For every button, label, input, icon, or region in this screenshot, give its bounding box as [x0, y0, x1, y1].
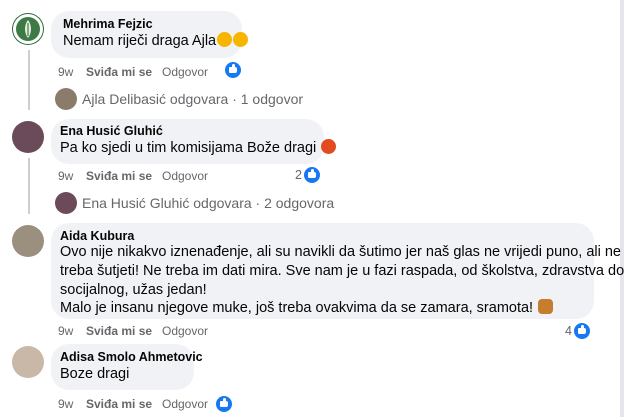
comment-line: socijalnog, užas jedan!: [60, 282, 207, 298]
comment-author[interactable]: Adisa Smolo Ahmetovic: [60, 350, 203, 364]
scrollbar[interactable]: [620, 0, 624, 417]
comment-text: Nemam riječi draga Ajla: [63, 32, 249, 52]
thumbs-up-icon[interactable]: [225, 62, 241, 78]
avatar[interactable]: [12, 121, 44, 153]
thumbs-up-icon[interactable]: [216, 396, 232, 412]
avatar[interactable]: [12, 13, 44, 45]
thumbs-up-icon[interactable]: [304, 167, 320, 183]
comment-text: Boze dragi: [60, 366, 130, 382]
comment-time[interactable]: 9w: [58, 397, 73, 411]
grinning-face-icon: [217, 32, 233, 47]
thread-line: [28, 50, 30, 110]
view-replies-link[interactable]: Ajla Delibasić odgovara · 1 odgovor: [82, 91, 303, 107]
like-button[interactable]: Sviđa mi se: [86, 397, 152, 411]
reply-button[interactable]: Odgovor: [162, 65, 208, 79]
reply-button[interactable]: Odgovor: [162, 169, 208, 183]
angry-face-icon: [321, 139, 337, 154]
logo-icon: [13, 14, 43, 44]
facepalm-icon: [538, 299, 554, 314]
comment-time[interactable]: 9w: [58, 65, 73, 79]
comment-author[interactable]: Mehrima Fejzic: [63, 17, 153, 31]
comment-line: treba šutjeti! Ne treba im dati mira. Sv…: [60, 263, 624, 279]
thumbs-up-icon[interactable]: [574, 323, 590, 339]
comment-time[interactable]: 9w: [58, 169, 73, 183]
reaction-count[interactable]: 2: [290, 168, 302, 182]
comment-line: Ovo nije nikakvo iznenađenje, ali su nav…: [60, 244, 621, 260]
comment-text-content: Nemam riječi draga Ajla: [63, 33, 217, 49]
comment-author[interactable]: Ena Husić Gluhić: [60, 124, 163, 138]
thread-line: [28, 158, 30, 214]
comment-author[interactable]: Aida Kubura: [60, 229, 134, 243]
like-button[interactable]: Sviđa mi se: [86, 169, 152, 183]
comment-time[interactable]: 9w: [58, 324, 73, 338]
comment-text-content: Pa ko sjedi u tim komisijama Bože dragi: [60, 140, 317, 156]
reaction-count[interactable]: 4: [560, 324, 572, 338]
avatar[interactable]: [12, 346, 44, 378]
comment-text-content: Malo je insanu njegove muke, još treba o…: [60, 300, 534, 316]
avatar[interactable]: [12, 225, 44, 257]
comment-text: Pa ko sjedi u tim komisijama Bože dragi: [60, 139, 337, 159]
reply-button[interactable]: Odgovor: [162, 397, 208, 411]
avatar: [55, 88, 77, 110]
like-button[interactable]: Sviđa mi se: [86, 324, 152, 338]
comment-line-last: Malo je insanu njegove muke, još treba o…: [60, 299, 554, 319]
like-button[interactable]: Sviđa mi se: [86, 65, 152, 79]
avatar: [55, 192, 77, 214]
kissing-face-icon: [233, 32, 249, 47]
reply-button[interactable]: Odgovor: [162, 324, 208, 338]
view-replies-link[interactable]: Ena Husić Gluhić odgovara · 2 odgovora: [82, 195, 334, 211]
